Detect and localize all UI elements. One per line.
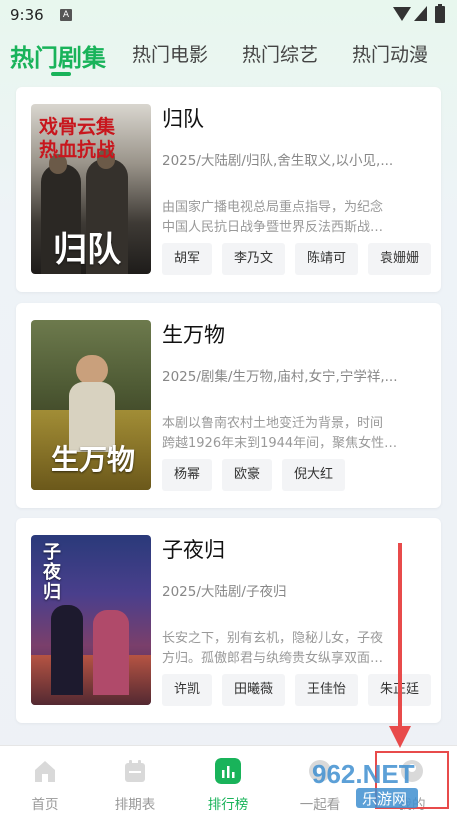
tab-hot-variety[interactable]: 热门综艺 — [242, 40, 318, 67]
actor-chip[interactable]: 王佳怡 — [295, 674, 359, 706]
battery-icon — [435, 4, 445, 23]
annotation-highlight-box — [375, 751, 449, 809]
poster-tagline: 热血抗战 — [39, 139, 116, 161]
description-line: 跨越1926年末到1944年间，聚焦女性… — [162, 436, 398, 451]
drama-meta: 2025/大陆剧/归队,舍生取义,以小见,... — [162, 153, 394, 169]
watch-together-icon — [309, 760, 331, 782]
drama-card[interactable]: 生万物 生万物 2025/剧集/生万物,庙村,女宁,宁学祥,... 本剧以鲁南农… — [16, 303, 441, 508]
annotation-arrow-head — [389, 726, 411, 748]
actor-chip[interactable]: 杨幂 — [162, 459, 213, 491]
actor-chip[interactable]: 袁姗姗 — [368, 243, 432, 275]
drama-meta: 2025/大陆剧/子夜归 — [162, 584, 287, 600]
nav-label: 首页 — [31, 797, 59, 813]
drama-description: 由国家广播电视总局重点指导，为纪念 中国人民抗日战争暨世界反法西斯战… — [162, 198, 424, 238]
nav-label: 一起看 — [299, 797, 341, 813]
tab-hot-anime[interactable]: 热门动漫 — [352, 40, 428, 67]
drama-description: 长安之下，别有玄机，隐秘儿女，子夜 方归。孤傲郎君与纨绔贵女纵享双面… — [162, 629, 424, 669]
drama-card[interactable]: 戏骨云集 热血抗战 归队 归队 2025/大陆剧/归队,舍生取义,以小见,...… — [16, 87, 441, 292]
poster-title: 归队 — [53, 230, 121, 270]
actor-chip[interactable]: 许凯 — [162, 674, 213, 706]
drama-poster[interactable]: 戏骨云集 热血抗战 归队 — [31, 104, 151, 274]
nav-ranking[interactable]: 排行榜 — [193, 746, 263, 815]
actor-chips: 胡军 李乃文 陈靖可 袁姗姗 — [162, 243, 442, 275]
annotation-arrow — [398, 543, 402, 739]
active-tab-indicator — [51, 72, 71, 76]
description-line: 由国家广播电视总局重点指导，为纪念 — [162, 200, 384, 215]
drama-title[interactable]: 生万物 — [162, 319, 225, 349]
wifi-icon — [393, 7, 411, 21]
description-line: 长安之下，别有玄机，隐秘儿女，子夜 — [162, 631, 384, 646]
category-tabs: 热门剧集 热门电影 热门综艺 热门动漫 — [0, 32, 457, 78]
actor-chips: 杨幂 欧豪 倪大红 — [162, 459, 442, 491]
drama-meta: 2025/剧集/生万物,庙村,女宁,宁学祥,... — [162, 369, 398, 385]
status-time: 9:36 — [10, 6, 44, 24]
description-line: 中国人民抗日战争暨世界反法西斯战… — [162, 220, 384, 235]
tab-hot-series[interactable]: 热门剧集 — [10, 38, 106, 73]
nav-label: 排期表 — [114, 797, 156, 813]
drama-title[interactable]: 归队 — [162, 103, 204, 133]
actor-chip[interactable]: 陈靖可 — [295, 243, 359, 275]
drama-title[interactable]: 子夜归 — [162, 534, 225, 564]
actor-chip[interactable]: 田曦薇 — [222, 674, 286, 706]
notification-a-icon: A — [60, 9, 72, 21]
nav-label: 排行榜 — [207, 797, 249, 813]
drama-poster[interactable]: 子夜归 — [31, 535, 151, 705]
signal-icon — [414, 6, 427, 21]
poster-title: 子夜归 — [43, 542, 61, 603]
actor-chip[interactable]: 欧豪 — [222, 459, 273, 491]
chart-icon — [215, 758, 241, 784]
status-bar: 9:36 A — [0, 0, 457, 32]
drama-card[interactable]: 子夜归 子夜归 2025/大陆剧/子夜归 长安之下，别有玄机，隐秘儿女，子夜 方… — [16, 518, 441, 723]
tab-hot-movies[interactable]: 热门电影 — [132, 40, 208, 67]
drama-description: 本剧以鲁南农村土地变迁为背景，时间 跨越1926年末到1944年间，聚焦女性… — [162, 414, 424, 454]
actor-chip[interactable]: 倪大红 — [282, 459, 346, 491]
description-line: 本剧以鲁南农村土地变迁为背景，时间 — [162, 416, 384, 431]
drama-poster[interactable]: 生万物 — [31, 320, 151, 490]
calendar-icon — [125, 760, 145, 782]
nav-watch-together[interactable]: 一起看 — [285, 746, 355, 815]
actor-chip[interactable]: 胡军 — [162, 243, 213, 275]
description-line: 方归。孤傲郎君与纨绔贵女纵享双面… — [162, 651, 384, 666]
nav-schedule[interactable]: 排期表 — [100, 746, 170, 815]
nav-home[interactable]: 首页 — [10, 746, 80, 815]
actor-chip[interactable]: 李乃文 — [222, 243, 286, 275]
poster-title: 生万物 — [51, 443, 136, 476]
home-icon — [35, 761, 55, 782]
